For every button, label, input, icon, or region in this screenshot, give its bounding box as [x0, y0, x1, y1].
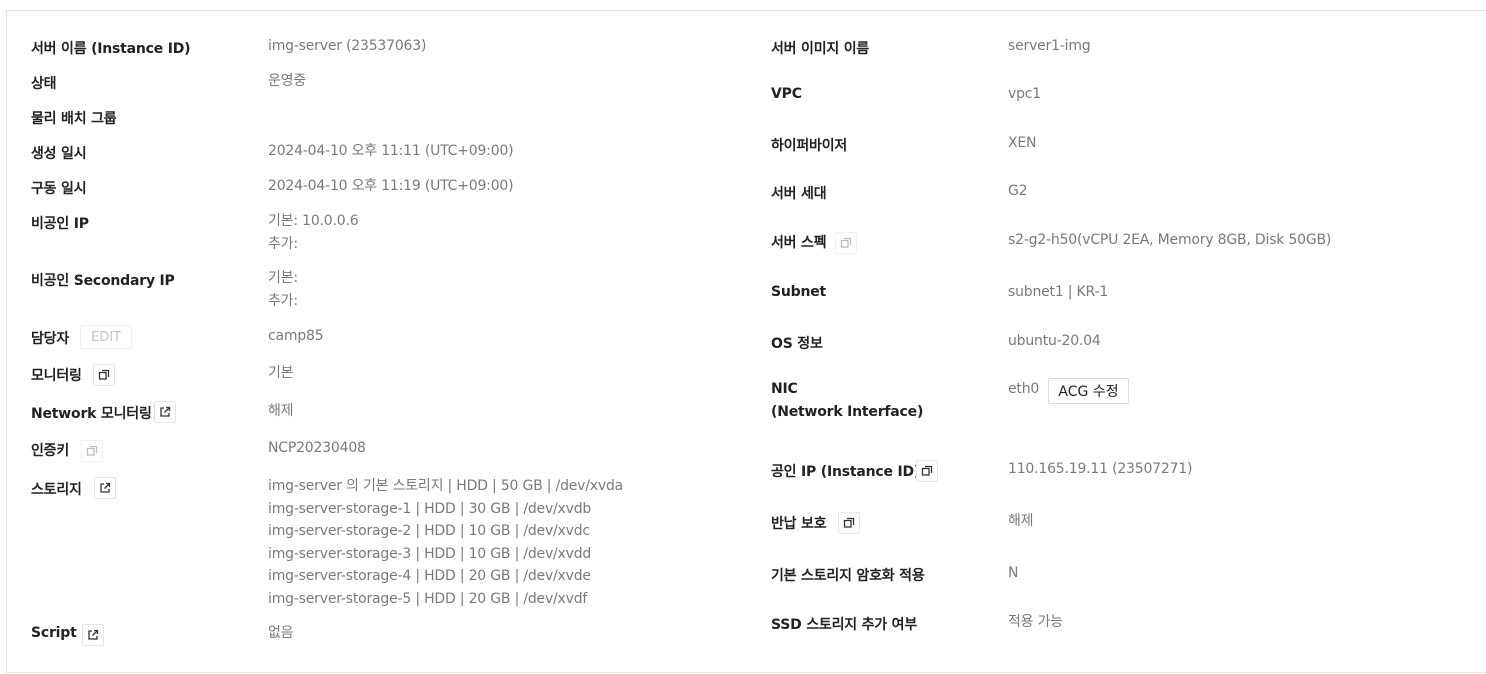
external-link-icon: [88, 629, 99, 640]
label-nic: NIC: [771, 381, 798, 397]
storage-item: img-server-storage-1 | HDD | 30 GB | /de…: [268, 500, 592, 517]
public-ip-copy-button[interactable]: [916, 460, 938, 482]
label-monitoring: 모니터링: [31, 368, 82, 384]
value-vpc: vpc1: [1008, 86, 1041, 102]
label-created-at: 생성 일시: [31, 146, 87, 162]
label-ssd: SSD 스토리지 추가 여부: [771, 617, 918, 633]
label-private-ip: 비공인 IP: [31, 216, 89, 232]
network-monitoring-link-button[interactable]: [154, 401, 176, 423]
label-storage: 스토리지: [31, 482, 82, 498]
private-ip-primary: 기본: 10.0.0.6: [268, 213, 359, 229]
copy-icon: [86, 445, 98, 456]
storage-item: img-server 의 기본 스토리지 | HDD | 50 GB | /de…: [268, 478, 624, 494]
value-auth-key: NCP20230408: [268, 440, 366, 456]
value-status: 운영중: [268, 73, 307, 89]
label-encryption: 기본 스토리지 암호화 적용: [771, 568, 925, 584]
storage-item: img-server-storage-2 | HDD | 10 GB | /de…: [268, 523, 590, 539]
label-server-name: 서버 이름 (Instance ID): [31, 41, 191, 57]
external-link-icon: [160, 406, 171, 417]
value-return-protection: 해제: [1008, 513, 1034, 529]
value-public-ip: 110.165.19.11 (23507271): [1008, 461, 1193, 477]
copy-icon: [840, 237, 852, 248]
value-server-name: img-server (23537063): [268, 38, 427, 54]
value-secondary-ip: 기본: 추가:: [268, 267, 298, 312]
value-image-name: server1-img: [1008, 38, 1091, 54]
copy-icon: [98, 369, 110, 380]
return-protection-copy-button[interactable]: [838, 512, 860, 534]
secondary-ip-additional: 추가:: [268, 292, 298, 309]
value-monitoring: 기본: [268, 365, 294, 381]
value-hypervisor: XEN: [1008, 135, 1037, 151]
auth-key-copy-button[interactable]: [81, 440, 103, 462]
storage-item: img-server-storage-3 | HDD | 10 GB | /de…: [268, 545, 592, 562]
label-nic-subtitle: (Network Interface): [771, 404, 924, 420]
server-detail-panel: [6, 10, 1486, 673]
label-spec: 서버 스펙: [771, 235, 827, 251]
label-script: Script: [31, 625, 77, 641]
value-os: ubuntu-20.04: [1008, 333, 1101, 349]
value-created-at: 2024-04-10 오후 11:11 (UTC+09:00): [268, 143, 514, 159]
label-status: 상태: [31, 76, 57, 92]
monitoring-copy-button[interactable]: [93, 364, 115, 386]
label-image-name: 서버 이미지 이름: [771, 41, 870, 57]
value-private-ip: 기본: 10.0.0.6 추가:: [268, 210, 359, 255]
value-owner: camp85: [268, 328, 324, 344]
value-started-at: 2024-04-10 오후 11:19 (UTC+09:00): [268, 178, 514, 194]
label-return-protection: 반납 보호: [771, 516, 827, 532]
private-ip-additional: 추가:: [268, 235, 298, 252]
value-script: 없음: [268, 625, 294, 641]
value-nic: eth0: [1008, 381, 1040, 397]
copy-icon: [921, 465, 933, 476]
label-placement-group: 물리 배치 그룹: [31, 111, 117, 127]
value-network-monitoring: 해제: [268, 403, 294, 419]
label-os: OS 정보: [771, 336, 823, 352]
owner-edit-button[interactable]: EDIT: [80, 325, 132, 349]
external-link-icon: [100, 482, 111, 493]
value-ssd: 적용 가능: [1008, 614, 1063, 630]
label-auth-key: 인증키: [31, 443, 70, 459]
label-started-at: 구동 일시: [31, 181, 87, 197]
label-generation: 서버 세대: [771, 186, 827, 202]
acg-edit-button[interactable]: ACG 수정: [1048, 378, 1129, 404]
label-secondary-ip: 비공인 Secondary IP: [31, 273, 175, 289]
storage-item: img-server-storage-5 | HDD | 20 GB | /de…: [268, 590, 588, 607]
script-link-button[interactable]: [82, 624, 104, 646]
value-generation: G2: [1008, 183, 1028, 199]
label-hypervisor: 하이퍼바이저: [771, 138, 848, 154]
label-owner: 담당자: [31, 331, 70, 347]
spec-copy-button[interactable]: [835, 232, 857, 254]
value-storage-list: img-server 의 기본 스토리지 | HDD | 50 GB | /de…: [268, 475, 623, 610]
copy-icon: [843, 517, 855, 528]
label-public-ip: 공인 IP (Instance ID): [771, 464, 921, 480]
value-spec: s2-g2-h50(vCPU 2EA, Memory 8GB, Disk 50G…: [1008, 232, 1332, 248]
secondary-ip-primary: 기본:: [268, 270, 298, 286]
value-encryption: N: [1008, 565, 1019, 581]
label-vpc: VPC: [771, 86, 802, 102]
storage-link-button[interactable]: [94, 477, 116, 499]
label-subnet: Subnet: [771, 284, 827, 300]
label-network-monitoring: Network 모니터링: [31, 406, 152, 422]
storage-item: img-server-storage-4 | HDD | 20 GB | /de…: [268, 568, 591, 584]
value-subnet: subnet1 | KR-1: [1008, 284, 1109, 300]
